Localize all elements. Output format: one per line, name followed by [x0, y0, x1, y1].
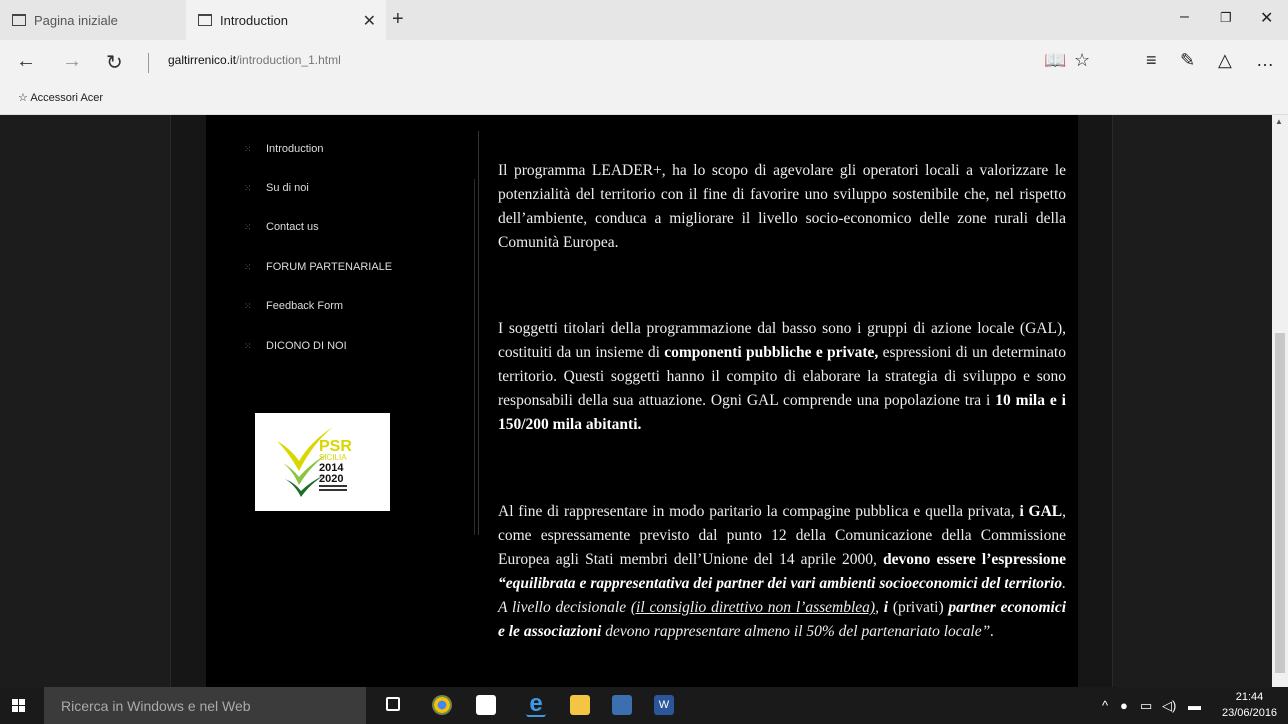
left-border [170, 115, 207, 687]
tab-label: Introduction [220, 12, 288, 28]
close-window-button[interactable]: ✕ [1260, 8, 1273, 28]
menu-item-introduction[interactable]: ⁙ Introduction [244, 143, 323, 155]
new-tab-button[interactable]: + [392, 8, 404, 31]
left-margin [0, 115, 170, 687]
restore-button[interactable]: ❐ [1220, 10, 1232, 26]
paragraph-gal: I soggetti titolari della programmazione… [498, 320, 1066, 433]
psr-sicilia-logo[interactable]: PSR SICILIA 2014 2020 [255, 413, 390, 511]
right-margin [1112, 115, 1273, 687]
divider [148, 53, 149, 73]
windows-taskbar: Ricerca in Windows e nel Web e W ^ ● ▭ ◁… [0, 687, 1288, 724]
bullet-icon: ⁙ [244, 144, 252, 154]
menu-item-forum[interactable]: ⁙ FORUM PARTENARIALE [244, 261, 392, 273]
scroll-up-arrow-icon[interactable]: ▲ [1275, 117, 1283, 126]
psr-logo-graphic: PSR SICILIA 2014 2020 [277, 427, 352, 497]
column-divider-shadow [474, 179, 475, 535]
notifications-icon[interactable]: ▬ [1188, 698, 1201, 713]
store-icon[interactable] [476, 695, 496, 715]
hub-icon[interactable]: ≡ [1146, 50, 1157, 71]
bullet-icon: ⁙ [244, 183, 252, 193]
word-icon[interactable]: W [654, 695, 674, 715]
tray-app-icon[interactable]: ● [1120, 698, 1128, 713]
menu-item-su-di-noi[interactable]: ⁙ Su di noi [244, 182, 309, 194]
url-field[interactable]: galtirrenico.it/introduction_1.html [168, 53, 341, 67]
clock-time: 21:44 [1235, 691, 1264, 703]
clock[interactable]: 21:44 23/06/2016 [1222, 689, 1277, 721]
tab-page-icon [198, 14, 212, 26]
refresh-button[interactable]: ↻ [106, 50, 123, 75]
logo-text-sicilia: SICILIA [319, 453, 347, 462]
volume-icon[interactable]: ◁) [1162, 698, 1176, 714]
bullet-icon: ⁙ [244, 222, 252, 232]
paragraph-leader: Il programma LEADER+, ha lo scopo di age… [498, 162, 1066, 251]
logo-text-2020: 2020 [319, 473, 343, 485]
tab-home[interactable]: Pagina iniziale [0, 0, 186, 40]
menu-item-dicono-di-noi[interactable]: ⁙ DICONO DI NOI [244, 340, 347, 352]
web-note-icon[interactable]: ✎ [1180, 50, 1195, 71]
windows-start-icon[interactable] [12, 699, 26, 713]
page-scrollbar[interactable]: ▲ [1272, 115, 1288, 687]
tab-introduction[interactable]: Introduction ✕ [186, 0, 386, 40]
forward-button[interactable]: → [62, 50, 82, 73]
minimize-button[interactable]: – [1180, 8, 1189, 26]
task-view-icon[interactable] [386, 697, 400, 711]
bullet-icon: ⁙ [244, 262, 252, 272]
app-icon[interactable] [612, 695, 632, 715]
reading-view-icon[interactable]: 📖 [1044, 50, 1066, 71]
favorite-star-icon[interactable]: ☆ [1074, 50, 1090, 71]
back-button[interactable]: ← [16, 50, 36, 73]
file-explorer-icon[interactable] [570, 695, 590, 715]
more-icon[interactable]: … [1256, 50, 1274, 71]
right-border [1078, 115, 1112, 687]
tab-page-icon [12, 14, 26, 26]
url-host: galtirrenico.it [168, 53, 237, 67]
clock-date: 23/06/2016 [1222, 707, 1278, 719]
edge-icon[interactable]: e [526, 692, 546, 717]
web-page: ⁙ Introduction ⁙ Su di noi ⁙ Contact us ⁙ FO… [0, 115, 1288, 687]
chrome-icon[interactable] [432, 695, 452, 715]
bullet-icon: ⁙ [244, 341, 252, 351]
network-icon[interactable]: ▭ [1140, 698, 1152, 714]
taskbar-search[interactable]: Ricerca in Windows e nel Web [44, 687, 366, 724]
menu-item-feedback[interactable]: ⁙ Feedback Form [244, 300, 343, 312]
paragraph-partnership: Al fine di rappresentare in modo paritar… [498, 503, 1067, 640]
star-icon: ☆ [18, 92, 31, 104]
favorite-item[interactable]: ☆ Accessori Acer [18, 91, 103, 104]
bullet-icon: ⁙ [244, 301, 252, 311]
scrollbar-thumb[interactable] [1275, 333, 1285, 673]
share-icon[interactable]: △ [1218, 50, 1232, 71]
tab-bar: Pagina iniziale Introduction ✕ + – ❐ ✕ [0, 0, 1288, 40]
favorites-bar [0, 84, 1288, 115]
menu-item-contact-us[interactable]: ⁙ Contact us [244, 221, 319, 233]
tab-label: Pagina iniziale [34, 12, 118, 28]
show-hidden-icons-icon[interactable]: ^ [1102, 698, 1108, 713]
column-divider [478, 131, 479, 535]
url-path: /introduction_1.html [236, 53, 341, 67]
close-tab-icon[interactable]: ✕ [363, 11, 376, 31]
